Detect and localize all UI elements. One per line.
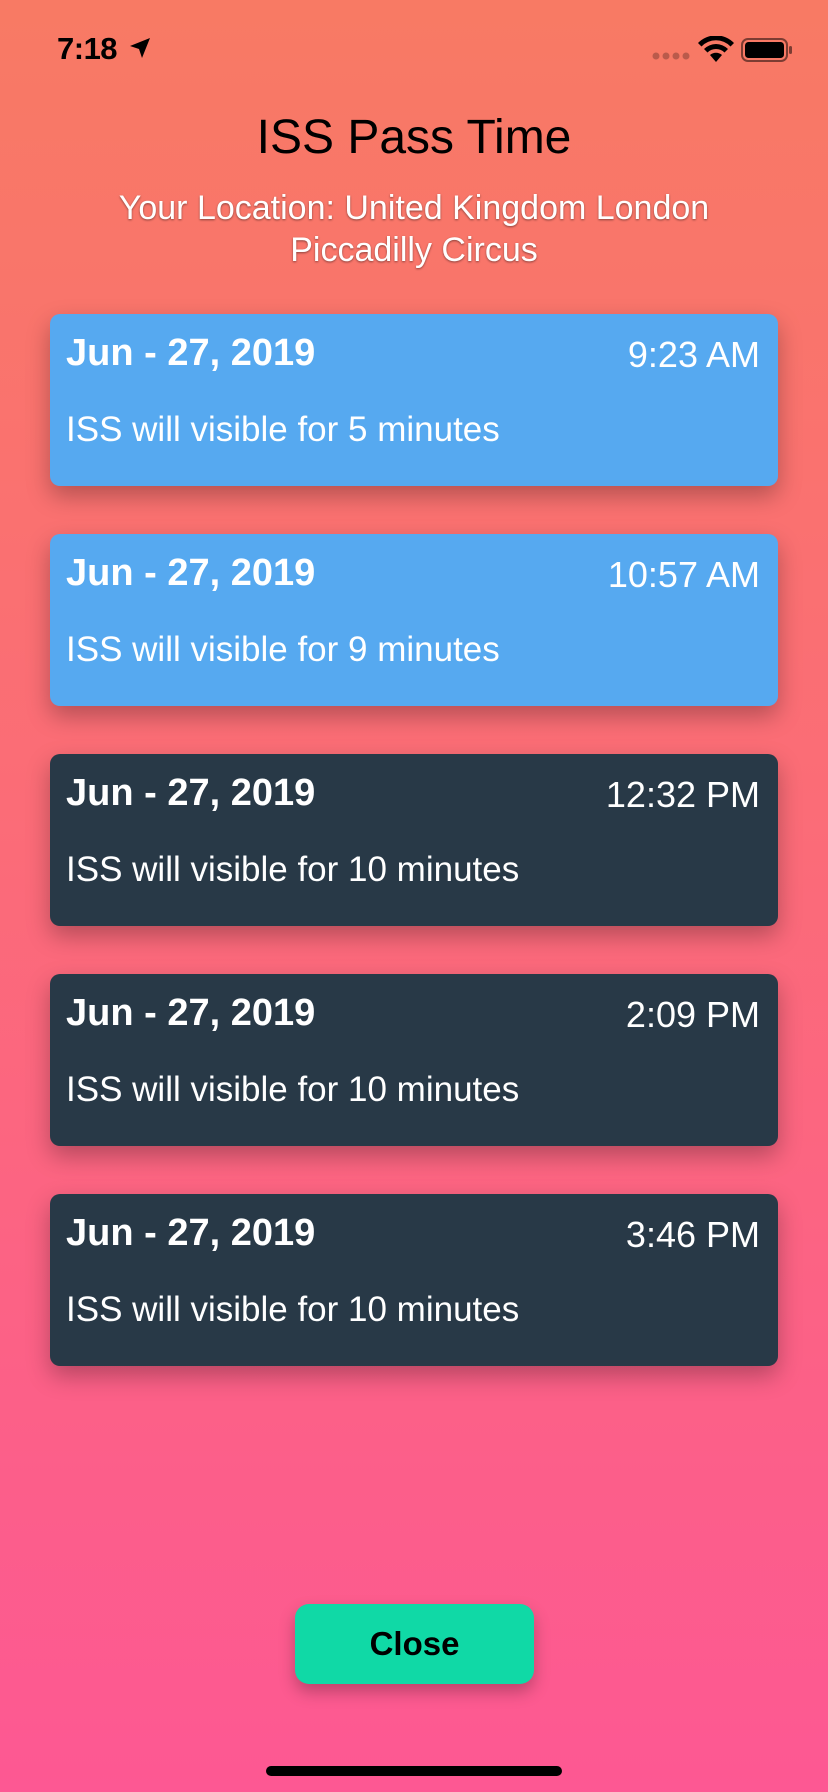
pass-date: Jun - 27, 2019: [66, 1212, 316, 1254]
status-time: 7:18: [57, 31, 118, 66]
location-label: Your Location: United Kingdom London: [118, 189, 710, 227]
cellular-signal-icon: [652, 52, 690, 60]
pass-time: 9:23 AM: [627, 334, 760, 375]
close-button[interactable]: Close: [295, 1604, 534, 1684]
pass-card[interactable]: Jun - 27, 2019 3:46 PM ISS will visible …: [50, 1194, 778, 1366]
pass-date: Jun - 27, 2019: [66, 992, 316, 1034]
pass-card[interactable]: Jun - 27, 2019 12:32 PM ISS will visible…: [50, 754, 778, 926]
pass-card[interactable]: Jun - 27, 2019 9:23 AM ISS will visible …: [50, 314, 778, 486]
pass-date: Jun - 27, 2019: [66, 772, 316, 814]
pass-duration: ISS will visible for 10 minutes: [66, 850, 520, 889]
pass-date: Jun - 27, 2019: [66, 332, 316, 374]
page-title: ISS Pass Time: [256, 111, 572, 164]
wifi-icon: [698, 36, 734, 62]
pass-duration: ISS will visible for 10 minutes: [66, 1290, 520, 1329]
pass-time: 10:57 AM: [607, 554, 760, 595]
status-bar: 7:18: [0, 0, 828, 100]
pass-duration: ISS will visible for 9 minutes: [66, 630, 500, 669]
pass-time: 2:09 PM: [625, 994, 760, 1035]
pass-duration: ISS will visible for 5 minutes: [66, 410, 500, 449]
home-indicator[interactable]: [266, 1766, 562, 1776]
pass-time: 12:32 PM: [605, 774, 760, 815]
battery-icon: [741, 38, 792, 62]
pass-card[interactable]: Jun - 27, 2019 10:57 AM ISS will visible…: [50, 534, 778, 706]
location-label-line2: Piccadilly Circus: [290, 231, 538, 269]
location-arrow-icon: [130, 38, 150, 58]
pass-time: 3:46 PM: [625, 1214, 760, 1255]
pass-date: Jun - 27, 2019: [66, 552, 316, 594]
pass-duration: ISS will visible for 10 minutes: [66, 1070, 520, 1109]
pass-card[interactable]: Jun - 27, 2019 2:09 PM ISS will visible …: [50, 974, 778, 1146]
